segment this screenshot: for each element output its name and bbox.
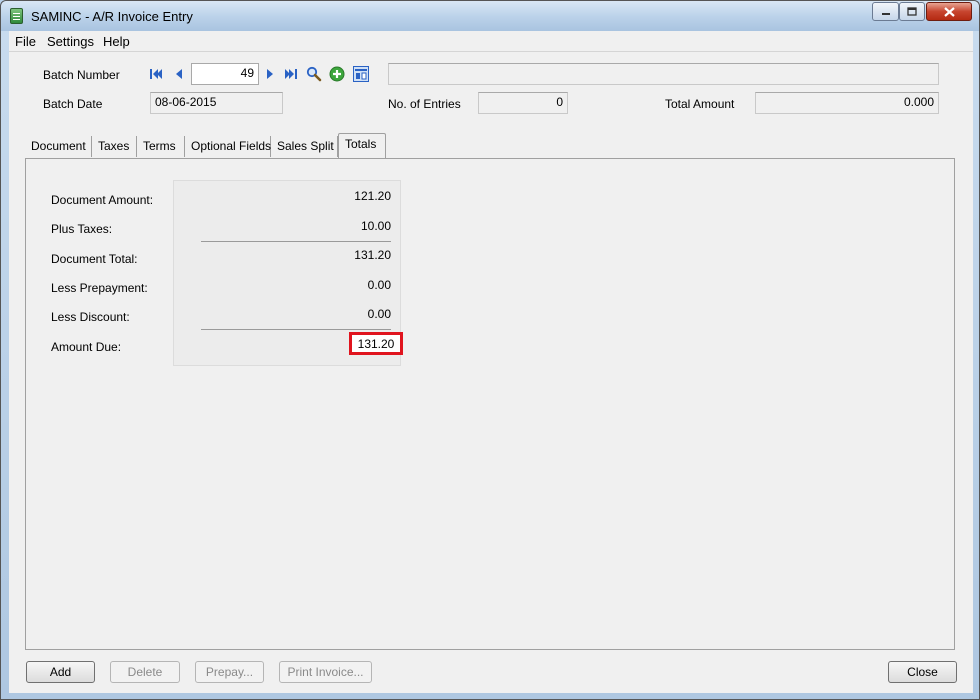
tab-sales-split[interactable]: Sales Split	[271, 136, 338, 157]
delete-button[interactable]: Delete	[110, 661, 180, 683]
prepay-button[interactable]: Prepay...	[195, 661, 264, 683]
less-discount-value: 0.00	[367, 307, 391, 321]
less-prepayment-label: Less Prepayment:	[51, 281, 148, 295]
tab-optional-fields[interactable]: Optional Fields	[185, 136, 271, 157]
zoom-button[interactable]	[353, 66, 369, 82]
zoom-detail-icon	[353, 66, 369, 82]
first-record-button[interactable]	[148, 66, 164, 82]
add-circle-icon	[329, 66, 345, 82]
last-record-button[interactable]	[283, 66, 299, 82]
next-icon	[267, 69, 273, 79]
menu-help[interactable]: Help	[103, 34, 130, 49]
total-amount-label: Total Amount	[665, 97, 735, 111]
less-discount-label: Less Discount:	[51, 310, 130, 324]
previous-record-button[interactable]	[171, 66, 187, 82]
subtotal-divider	[201, 241, 391, 242]
menu-bar: File Settings Help	[9, 31, 973, 52]
document-total-value: 131.20	[354, 248, 391, 262]
total-divider	[201, 329, 391, 330]
plus-taxes-label: Plus Taxes:	[51, 222, 113, 236]
maximize-button[interactable]	[899, 2, 925, 21]
first-record-icon	[150, 69, 162, 79]
close-button[interactable]: Close	[888, 661, 957, 683]
batch-date-label: Batch Date	[43, 97, 103, 111]
less-prepayment-value: 0.00	[367, 278, 391, 292]
minimize-button[interactable]	[872, 2, 899, 21]
entries-field: 0	[478, 92, 568, 114]
totals-tab-panel: Document Amount: 121.20 Plus Taxes: 10.0…	[25, 158, 955, 650]
minimize-icon	[881, 12, 890, 15]
batch-date-field: 08-06-2015	[150, 92, 283, 114]
invoice-app-icon	[10, 8, 23, 24]
document-total-label: Document Total:	[51, 252, 138, 266]
amount-due-label: Amount Due:	[51, 340, 122, 354]
tab-document[interactable]: Document	[25, 136, 92, 157]
total-amount-field: 0.000	[755, 92, 939, 114]
maximize-icon	[907, 7, 917, 16]
menu-file-label: File	[15, 34, 36, 49]
next-record-button[interactable]	[262, 66, 278, 82]
plus-taxes-value: 10.00	[360, 219, 391, 233]
menu-file[interactable]: File	[15, 34, 36, 49]
window-title: SAMINC - A/R Invoice Entry	[31, 9, 193, 24]
main-panel: Batch Number 49 Batch Date 08-06-2015 No…	[9, 52, 973, 693]
batch-number-input[interactable]: 49	[191, 63, 259, 85]
print-invoice-button[interactable]: Print Invoice...	[279, 661, 372, 683]
new-batch-button[interactable]	[329, 66, 345, 82]
tab-terms[interactable]: Terms	[137, 136, 185, 157]
menu-settings[interactable]: Settings	[47, 34, 94, 49]
app-window: SAMINC - A/R Invoice Entry File Settings…	[0, 0, 980, 700]
close-window-button[interactable]	[926, 2, 972, 21]
batch-description-field[interactable]	[388, 63, 939, 85]
document-amount-value: 121.20	[354, 189, 391, 203]
last-record-icon	[285, 69, 297, 79]
tab-totals[interactable]: Totals	[338, 133, 386, 158]
tab-taxes[interactable]: Taxes	[92, 136, 137, 157]
add-button[interactable]: Add	[26, 661, 95, 683]
amount-due-value: 131.20	[349, 332, 403, 355]
finder-button[interactable]	[306, 66, 322, 82]
title-bar: SAMINC - A/R Invoice Entry	[1, 1, 979, 31]
menu-settings-label: Settings	[47, 34, 94, 49]
search-icon	[306, 66, 322, 82]
document-amount-label: Document Amount:	[51, 193, 154, 207]
previous-icon	[176, 69, 182, 79]
batch-number-label: Batch Number	[43, 68, 120, 82]
menu-help-label: Help	[103, 34, 130, 49]
close-icon	[943, 6, 955, 17]
entries-label: No. of Entries	[388, 97, 461, 111]
